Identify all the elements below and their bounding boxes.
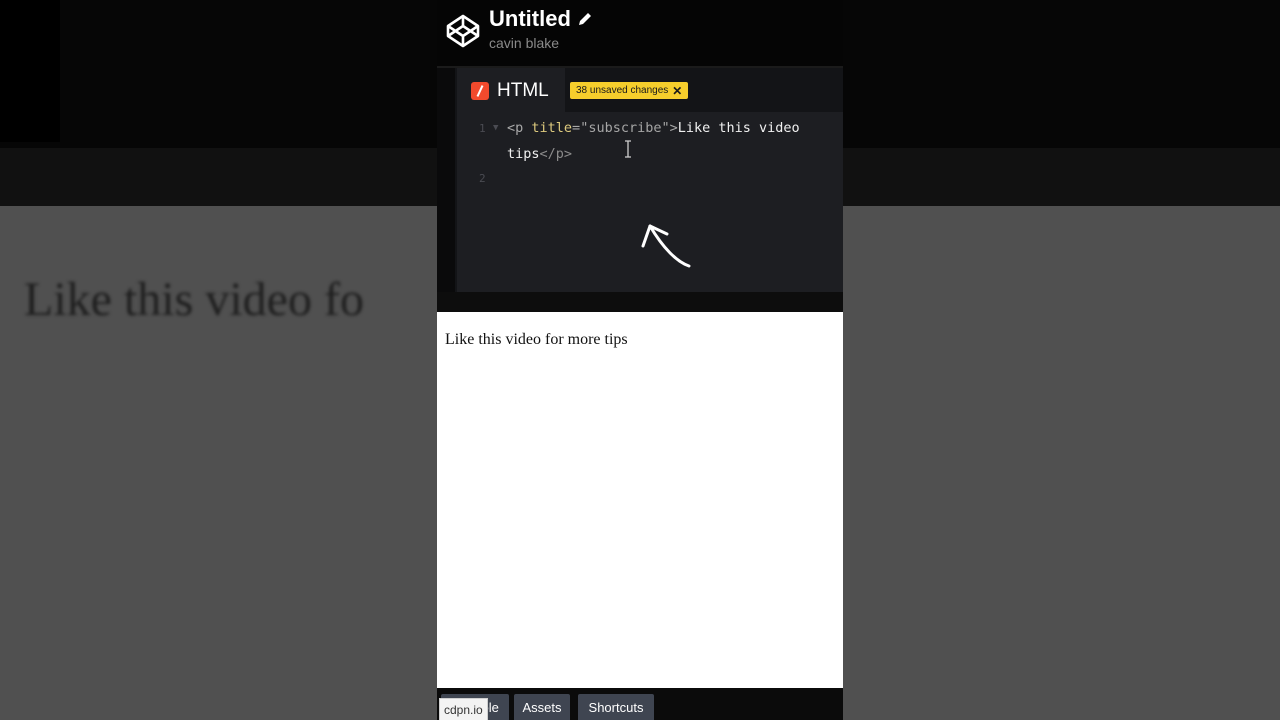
background-dark-block [0,0,60,142]
code-text-line1: Like this video [677,120,800,136]
url-tooltip: cdpn.io [439,698,488,720]
fold-arrow-icon[interactable]: ▼ [493,123,498,133]
pencil-edit-icon[interactable] [577,11,593,27]
codepen-logo-icon[interactable] [445,13,481,49]
line-number: 1 [479,122,486,135]
editor-preview-divider[interactable] [437,292,843,312]
tab-html-label: HTML [497,80,549,101]
code-line-1[interactable]: <p title="subscribe">Like this video [507,120,800,136]
tab-html[interactable]: HTML [457,68,565,112]
pen-owner[interactable]: cavin blake [489,35,559,51]
pen-header: Untitled cavin blake [437,0,843,66]
code-equals: = [572,120,581,136]
code-gt: > [669,120,678,136]
unsaved-changes-badge[interactable]: 38 unsaved changes ✕ [570,82,689,99]
preview-paragraph: Like this video for more tips [445,331,628,348]
result-preview: Like this video for more tips [437,312,843,688]
text-cursor-icon [625,140,631,158]
html-file-icon [471,82,489,100]
code-attribute: title [523,120,573,136]
editor-left-gutter [437,68,455,292]
html-editor: HTML 38 unsaved changes ✕ 1 ▼ <p title="… [437,68,843,292]
assets-button[interactable]: Assets [514,694,570,720]
footer-bar: Console Assets Shortcuts cdpn.io [437,688,843,720]
pen-title[interactable]: Untitled [489,6,593,32]
shortcuts-button[interactable]: Shortcuts [578,694,654,720]
code-open-tag: <p [507,120,524,136]
background-blurred-text: Like this video fo [24,273,364,326]
code-attr-value: "subscribe" [580,120,670,136]
line-number: 2 [479,172,486,185]
code-line-1-wrapped[interactable]: tips</p> [507,146,572,162]
pen-title-text[interactable]: Untitled [489,6,571,32]
close-icon[interactable]: ✕ [672,84,682,98]
code-close-tag: </p> [539,146,573,162]
hand-drawn-arrow-icon [641,224,691,268]
code-area[interactable]: 1 ▼ <p title="subscribe">Like this video… [457,112,843,292]
codepen-panel: Untitled cavin blake HTML 38 unsaved cha… [437,0,843,720]
unsaved-changes-label: 38 unsaved changes [576,85,669,96]
code-text-line2: tips [507,146,540,162]
